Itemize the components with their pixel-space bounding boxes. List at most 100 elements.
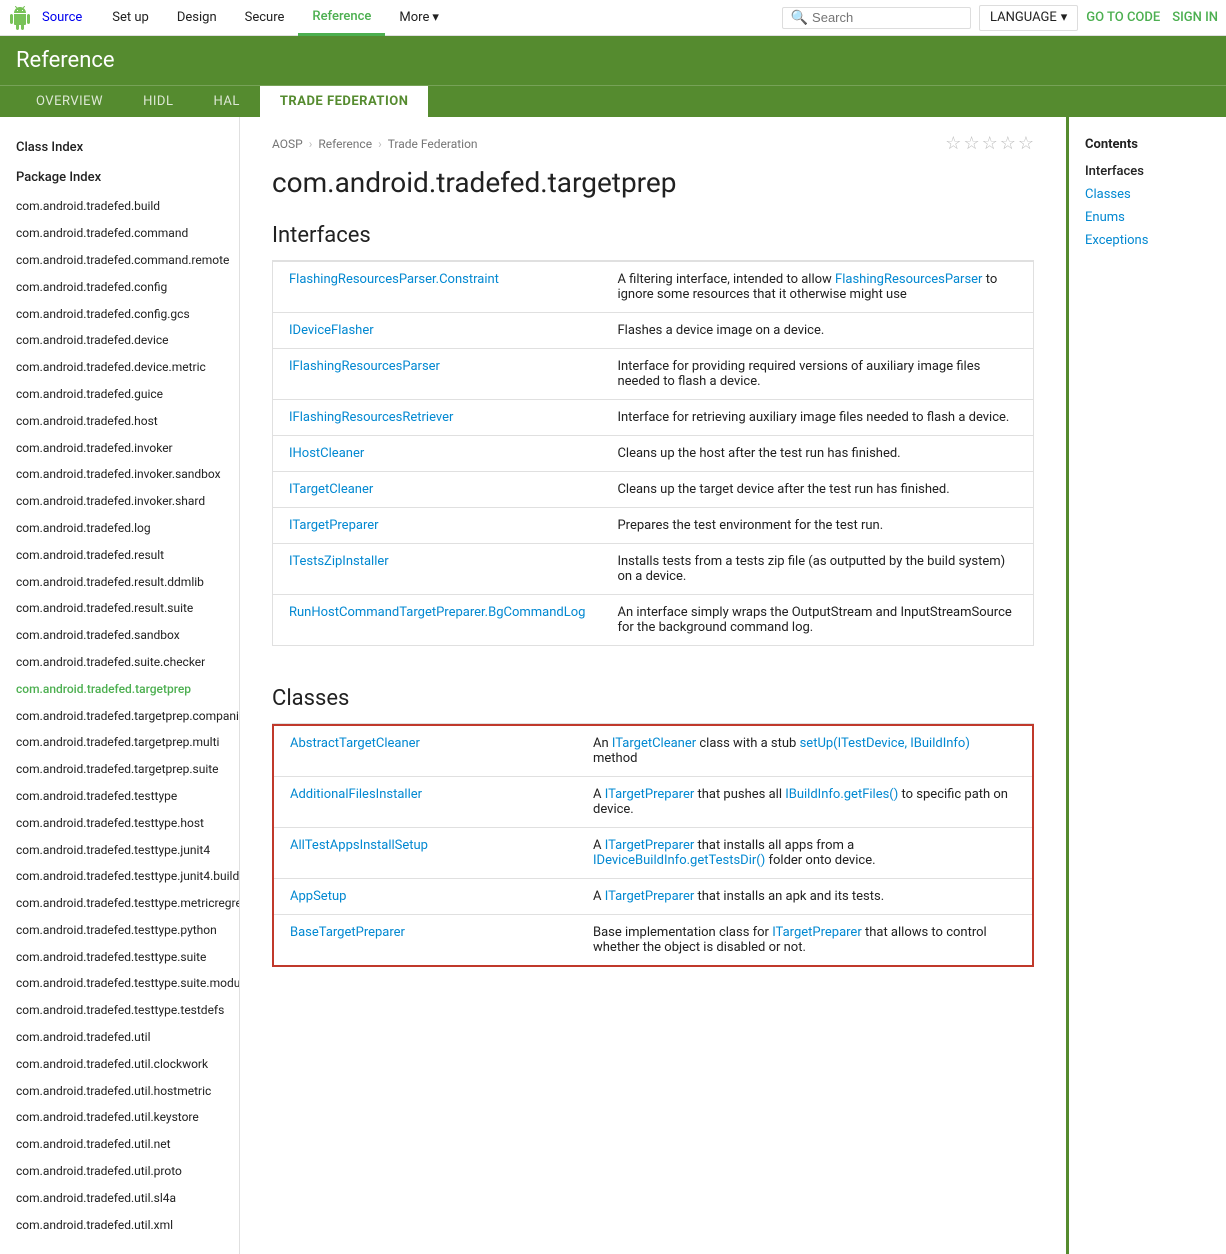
class-desc-5: Base implementation class for ITargetPre… [577, 915, 1033, 967]
sidebar-item-config[interactable]: com.android.tradefed.config [0, 274, 239, 301]
main-layout: Class Index Package Index com.android.tr… [0, 117, 1226, 1254]
interface-link-2[interactable]: IDeviceFlasher [289, 323, 374, 338]
sidebar-item-util-sl4a[interactable]: com.android.tradefed.util.sl4a [0, 1185, 239, 1212]
sidebar-item-invoker[interactable]: com.android.tradefed.invoker [0, 435, 239, 462]
sidebar-item-result-suite[interactable]: com.android.tradefed.result.suite [0, 595, 239, 622]
sidebar-item-package-index[interactable]: Package Index [0, 163, 239, 193]
sidebar-item-util[interactable]: com.android.tradefed.util [0, 1024, 239, 1051]
sidebar-item-testtype-junit4[interactable]: com.android.tradefed.testtype.junit4 [0, 837, 239, 864]
table-row: AdditionalFilesInstaller A ITargetPrepar… [273, 777, 1033, 828]
sec-nav-trade-federation[interactable]: TRADE FEDERATION [260, 86, 429, 117]
sidebar-item-config-gcs[interactable]: com.android.tradefed.config.gcs [0, 301, 239, 328]
sidebar-item-result-ddmlib[interactable]: com.android.tradefed.result.ddmlib [0, 569, 239, 596]
interface-link-7[interactable]: ITargetPreparer [289, 518, 379, 533]
class-desc-link-2a[interactable]: ITargetPreparer [605, 787, 695, 802]
sidebar-item-targetprep-companion[interactable]: com.android.tradefed.targetprep.companio… [0, 703, 239, 730]
sidebar-item-host[interactable]: com.android.tradefed.host [0, 408, 239, 435]
class-desc-link-5a[interactable]: ITargetPreparer [772, 925, 862, 940]
breadcrumb-aosp[interactable]: AOSP [272, 137, 303, 151]
toc-item-exceptions[interactable]: Exceptions [1069, 229, 1226, 252]
sidebar-item-testtype-suite-module[interactable]: com.android.tradefed.testtype.suite.modu… [0, 970, 239, 997]
star-2[interactable]: ☆ [963, 133, 979, 154]
interface-desc-link-1[interactable]: FlashingResourcesParser [835, 272, 982, 287]
sidebar-item-util-clockwork[interactable]: com.android.tradefed.util.clockwork [0, 1051, 239, 1078]
interface-link-9[interactable]: RunHostCommandTargetPreparer.BgCommandLo… [289, 605, 585, 620]
star-3[interactable]: ☆ [982, 133, 998, 154]
class-link-5[interactable]: BaseTargetPreparer [290, 925, 405, 940]
sidebar-item-testtype-metricregression[interactable]: com.android.tradefed.testtype.metricregr… [0, 890, 239, 917]
sidebar-item-targetprep-suite[interactable]: com.android.tradefed.targetprep.suite [0, 756, 239, 783]
toc-item-classes[interactable]: Classes [1069, 183, 1226, 206]
sidebar-item-util-xml[interactable]: com.android.tradefed.util.xml [0, 1212, 239, 1239]
nav-setup[interactable]: Set up [98, 0, 163, 36]
sidebar-item-command-remote[interactable]: com.android.tradefed.command.remote [0, 247, 239, 274]
language-selector[interactable]: LANGUAGE ▾ [979, 5, 1078, 31]
sidebar-item-invoker-sandbox[interactable]: com.android.tradefed.invoker.sandbox [0, 461, 239, 488]
nav-design[interactable]: Design [163, 0, 231, 36]
sidebar-item-targetprep[interactable]: com.android.tradefed.targetprep [0, 676, 239, 703]
interface-link-6[interactable]: ITargetCleaner [289, 482, 373, 497]
sidebar-item-device-metric[interactable]: com.android.tradefed.device.metric [0, 354, 239, 381]
sidebar-item-testtype-host[interactable]: com.android.tradefed.testtype.host [0, 810, 239, 837]
sidebar-item-targetprep-multi[interactable]: com.android.tradefed.targetprep.multi [0, 729, 239, 756]
interface-link-5[interactable]: IHostCleaner [289, 446, 364, 461]
sidebar-item-util-hostmetric[interactable]: com.android.tradefed.util.hostmetric [0, 1078, 239, 1105]
sidebar-item-build[interactable]: com.android.tradefed.build [0, 193, 239, 220]
toc-item-interfaces[interactable]: Interfaces [1069, 160, 1226, 183]
class-desc-link-1b[interactable]: setUp(ITestDevice, IBuildInfo) [800, 736, 970, 751]
sidebar-item-sandbox[interactable]: com.android.tradefed.sandbox [0, 622, 239, 649]
sidebar-item-suite-checker[interactable]: com.android.tradefed.suite.checker [0, 649, 239, 676]
nav-secure[interactable]: Secure [231, 0, 299, 36]
breadcrumb-reference[interactable]: Reference [318, 137, 372, 151]
nav-links: Set up Design Secure Reference More ▾ [98, 0, 453, 36]
class-link-3[interactable]: AllTestAppsInstallSetup [290, 838, 428, 853]
sec-nav-overview[interactable]: OVERVIEW [16, 86, 123, 117]
search-input[interactable] [812, 10, 962, 25]
sidebar-item-testtype-testdefs[interactable]: com.android.tradefed.testtype.testdefs [0, 997, 239, 1024]
star-rating[interactable]: ☆ ☆ ☆ ☆ ☆ [945, 133, 1034, 154]
class-desc-link-1a[interactable]: ITargetCleaner [612, 736, 696, 751]
sidebar-item-log[interactable]: com.android.tradefed.log [0, 515, 239, 542]
interface-link-1[interactable]: FlashingResourcesParser.Constraint [289, 272, 499, 287]
class-desc-link-3a[interactable]: ITargetPreparer [605, 838, 695, 853]
sidebar-item-testtype-suite[interactable]: com.android.tradefed.testtype.suite [0, 944, 239, 971]
sidebar-item-util-proto[interactable]: com.android.tradefed.util.proto [0, 1158, 239, 1185]
sidebar-item-testtype-junit4-builder[interactable]: com.android.tradefed.testtype.junit4.bui… [0, 863, 239, 890]
sidebar-item-invoker-shard[interactable]: com.android.tradefed.invoker.shard [0, 488, 239, 515]
interface-desc-5: Cleans up the host after the test run ha… [601, 436, 1033, 472]
toc-item-enums[interactable]: Enums [1069, 206, 1226, 229]
sidebar-item-util-keystore[interactable]: com.android.tradefed.util.keystore [0, 1104, 239, 1131]
search-box: 🔍 [782, 7, 971, 29]
nav-reference[interactable]: Reference [298, 0, 385, 36]
sidebar-item-result[interactable]: com.android.tradefed.result [0, 542, 239, 569]
site-logo[interactable]: Source [8, 6, 82, 30]
class-desc-link-4a[interactable]: ITargetPreparer [605, 889, 695, 904]
sidebar-item-util-net[interactable]: com.android.tradefed.util.net [0, 1131, 239, 1158]
class-link-1[interactable]: AbstractTargetCleaner [290, 736, 420, 751]
interface-link-8[interactable]: ITestsZipInstaller [289, 554, 389, 569]
sidebar-item-testtype-python[interactable]: com.android.tradefed.testtype.python [0, 917, 239, 944]
sign-in-button[interactable]: SIGN IN [1172, 10, 1218, 25]
nav-more[interactable]: More ▾ [385, 0, 452, 36]
star-4[interactable]: ☆ [1000, 133, 1016, 154]
sec-nav-hal[interactable]: HAL [193, 86, 259, 117]
sidebar-item-device[interactable]: com.android.tradefed.device [0, 327, 239, 354]
sidebar-item-testtype[interactable]: com.android.tradefed.testtype [0, 783, 239, 810]
interface-link-4[interactable]: IFlashingResourcesRetriever [289, 410, 453, 425]
android-icon [8, 6, 32, 30]
sidebar-item-guice[interactable]: com.android.tradefed.guice [0, 381, 239, 408]
sec-nav-hidl[interactable]: HIDL [123, 86, 193, 117]
star-1[interactable]: ☆ [945, 133, 961, 154]
goto-code-button[interactable]: GO TO CODE [1086, 10, 1160, 25]
page-title: com.android.tradefed.targetprep [240, 154, 1066, 199]
class-link-2[interactable]: AdditionalFilesInstaller [290, 787, 422, 802]
class-desc-link-3b[interactable]: IDeviceBuildInfo.getTestsDir() [593, 853, 765, 868]
breadcrumb-current: Trade Federation [388, 137, 478, 151]
class-link-4[interactable]: AppSetup [290, 889, 346, 904]
class-desc-link-2b[interactable]: IBuildInfo.getFiles() [785, 787, 898, 802]
sidebar-item-command[interactable]: com.android.tradefed.command [0, 220, 239, 247]
sidebar-item-class-index[interactable]: Class Index [0, 133, 239, 163]
interface-link-3[interactable]: IFlashingResourcesParser [289, 359, 440, 374]
star-5[interactable]: ☆ [1018, 133, 1034, 154]
interface-desc-9: An interface simply wraps the OutputStre… [601, 595, 1033, 646]
